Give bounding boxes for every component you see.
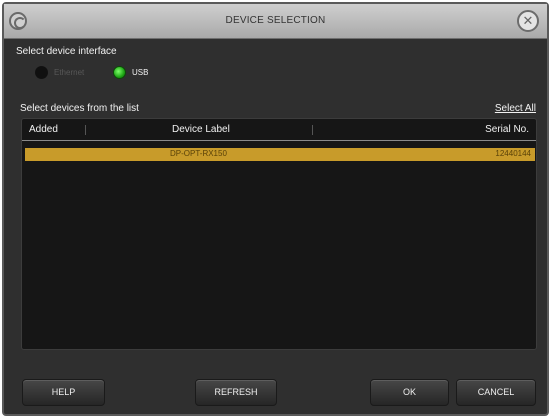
usb-radio-indicator xyxy=(113,66,126,79)
usb-radio[interactable]: USB xyxy=(113,66,148,79)
help-button[interactable]: HELP xyxy=(22,379,105,406)
serial-cell: 12440144 xyxy=(495,149,531,158)
ethernet-radio-indicator xyxy=(35,66,48,79)
usb-radio-label: USB xyxy=(132,68,149,77)
dialog-title: DEVICE SELECTION xyxy=(225,15,326,26)
table-header: Added Device Label Serial No. xyxy=(22,119,536,141)
title-bar: DEVICE SELECTION ✕ xyxy=(4,4,547,39)
device-table: Added Device Label Serial No. DP-OPT-RX1… xyxy=(21,118,537,350)
ethernet-radio[interactable]: Ethernet xyxy=(35,66,84,79)
cancel-button[interactable]: CANCEL xyxy=(456,379,536,406)
column-separator[interactable] xyxy=(85,125,86,135)
devices-list-label: Select devices from the list xyxy=(20,103,139,114)
ethernet-radio-label: Ethernet xyxy=(54,68,85,77)
column-separator[interactable] xyxy=(312,125,313,135)
close-icon[interactable]: ✕ xyxy=(517,10,539,32)
ok-button[interactable]: OK xyxy=(370,379,449,406)
table-row[interactable]: DP-OPT-RX150 12440144 xyxy=(25,148,535,161)
device-selection-dialog: DEVICE SELECTION ✕ Select device interfa… xyxy=(2,2,549,416)
device-label-cell: DP-OPT-RX150 xyxy=(170,149,227,158)
select-all-link[interactable]: Select All xyxy=(495,103,536,114)
column-header-added[interactable]: Added xyxy=(29,124,58,135)
interface-label: Select device interface xyxy=(16,46,117,57)
refresh-button[interactable]: REFRESH xyxy=(195,379,277,406)
column-header-device-label[interactable]: Device Label xyxy=(172,124,230,135)
column-header-serial[interactable]: Serial No. xyxy=(485,124,529,135)
